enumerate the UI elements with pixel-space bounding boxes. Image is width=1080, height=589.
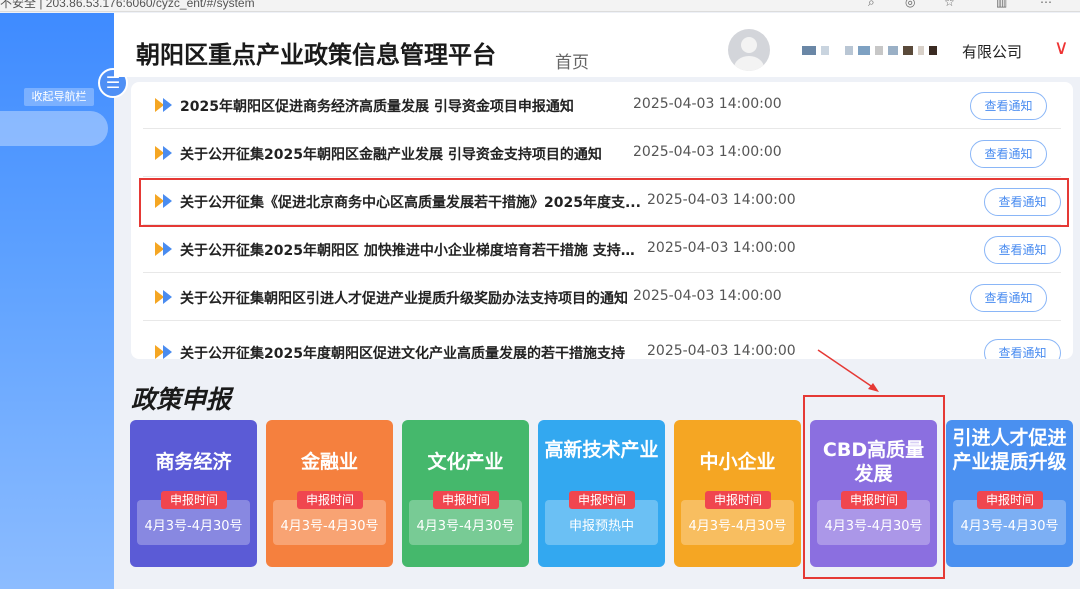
policy-card-sme[interactable]: 中小企业 4月3号-4月30号 申报时间 xyxy=(674,420,801,567)
notice-date: 2025-04-03 14:00:00 xyxy=(647,240,796,256)
policy-card-hightech[interactable]: 高新技术产业 申报预热中 申报时间 xyxy=(538,420,665,567)
company-name: 有限公司 xyxy=(962,43,1023,61)
notice-row[interactable]: 关于公开征集2025年朝阳区 加快推进中小企业梯度培育若干措施 支持项... 2… xyxy=(143,226,1061,273)
play-icon xyxy=(155,290,172,304)
view-notice-button[interactable]: 查看通知 xyxy=(970,284,1047,312)
breadcrumb-home[interactable]: 首页 xyxy=(555,48,589,73)
play-icon xyxy=(155,98,172,112)
sidebar: 收起导航栏 xyxy=(0,13,114,589)
notice-title[interactable]: 关于公开征集2025年朝阳区 加快推进中小企业梯度培育若干措施 支持项... xyxy=(180,240,642,260)
more-icon[interactable]: ⋯ xyxy=(1040,0,1052,9)
policy-card-title: 商务经济 xyxy=(155,451,232,473)
view-notice-button[interactable]: 查看通知 xyxy=(984,236,1061,264)
notice-title[interactable]: 2025年朝阳区促进商务经济高质量发展 引导资金项目申报通知 xyxy=(180,96,642,116)
search-icon[interactable]: ⌕ xyxy=(868,0,875,10)
star-icon[interactable]: ☆ xyxy=(944,0,955,9)
notice-row[interactable]: 关于公开征集2025年度朝阳区促进文化产业高质量发展的若干措施支持 2025-0… xyxy=(143,329,1061,359)
notice-row[interactable]: 关于公开征集2025年朝阳区金融产业发展 引导资金支持项目的通知 2025-04… xyxy=(143,130,1061,177)
sidebar-active-item[interactable] xyxy=(0,111,108,146)
policy-card-culture[interactable]: 文化产业 4月3号-4月30号 申报时间 xyxy=(402,420,529,567)
address-url[interactable]: 不安全 | 203.86.53.176:6060/cyzc_ent/#/syst… xyxy=(0,0,255,11)
notice-row[interactable]: 2025年朝阳区促进商务经济高质量发展 引导资金项目申报通知 2025-04-0… xyxy=(143,82,1061,129)
policy-card-title: 金融业 xyxy=(300,451,358,473)
header: 朝阳区重点产业政策信息管理平台 首页 有限公司 ∨ xyxy=(114,13,1080,77)
chevron-down-icon[interactable]: ∨ xyxy=(1054,35,1069,59)
avatar[interactable] xyxy=(728,29,770,71)
notice-date: 2025-04-03 14:00:00 xyxy=(647,343,796,359)
notice-title[interactable]: 关于公开征集2025年度朝阳区促进文化产业高质量发展的若干措施支持 xyxy=(180,343,642,359)
play-icon xyxy=(155,146,172,160)
notice-date: 2025-04-03 14:00:00 xyxy=(633,288,782,304)
policy-card-badge: 申报时间 xyxy=(297,491,363,509)
cbd-highlight-annotation xyxy=(803,395,945,579)
policy-card-title: 引进人才促进产业提质升级 xyxy=(952,427,1067,473)
collapse-nav-button[interactable]: 收起导航栏 xyxy=(24,88,94,106)
policy-card-badge: 申报时间 xyxy=(977,491,1043,509)
section-title: 政策申报 xyxy=(131,385,232,414)
policy-card-title: 文化产业 xyxy=(427,451,504,473)
policy-card-title: 中小企业 xyxy=(699,451,776,473)
policy-card-finance[interactable]: 金融业 4月3号-4月30号 申报时间 xyxy=(266,420,393,567)
notice-date: 2025-04-03 14:00:00 xyxy=(633,96,782,112)
policy-card-commerce[interactable]: 商务经济 4月3号-4月30号 申报时间 xyxy=(130,420,257,567)
policy-card-badge: 申报时间 xyxy=(569,491,635,509)
policy-card-badge: 申报时间 xyxy=(705,491,771,509)
extension-icon[interactable]: ◎ xyxy=(905,0,915,9)
play-icon xyxy=(155,242,172,256)
notice-title[interactable]: 关于公开征集2025年朝阳区金融产业发展 引导资金支持项目的通知 xyxy=(180,144,642,164)
view-notice-button[interactable]: 查看通知 xyxy=(970,92,1047,120)
highlight-annotation xyxy=(139,178,1069,227)
policy-card-title: 高新技术产业 xyxy=(544,439,659,461)
app-title: 朝阳区重点产业政策信息管理平台 xyxy=(136,41,496,69)
policy-card-talent[interactable]: 引进人才促进产业提质升级 4月3号-4月30号 申报时间 xyxy=(946,420,1073,567)
company-name-mask xyxy=(789,43,937,57)
play-icon xyxy=(155,345,172,359)
notice-title[interactable]: 关于公开征集朝阳区引进人才促进产业提质升级奖励办法支持项目的通知 xyxy=(180,288,642,308)
policy-card-badge: 申报时间 xyxy=(161,491,227,509)
browser-address-bar[interactable]: 不安全 | 203.86.53.176:6060/cyzc_ent/#/syst… xyxy=(0,0,1080,12)
notice-date: 2025-04-03 14:00:00 xyxy=(633,144,782,160)
split-screen-icon[interactable]: ▥ xyxy=(996,0,1007,9)
notice-row[interactable]: 关于公开征集朝阳区引进人才促进产业提质升级奖励办法支持项目的通知 2025-04… xyxy=(143,274,1061,321)
view-notice-button[interactable]: 查看通知 xyxy=(984,339,1061,359)
view-notice-button[interactable]: 查看通知 xyxy=(970,140,1047,168)
policy-card-badge: 申报时间 xyxy=(433,491,499,509)
